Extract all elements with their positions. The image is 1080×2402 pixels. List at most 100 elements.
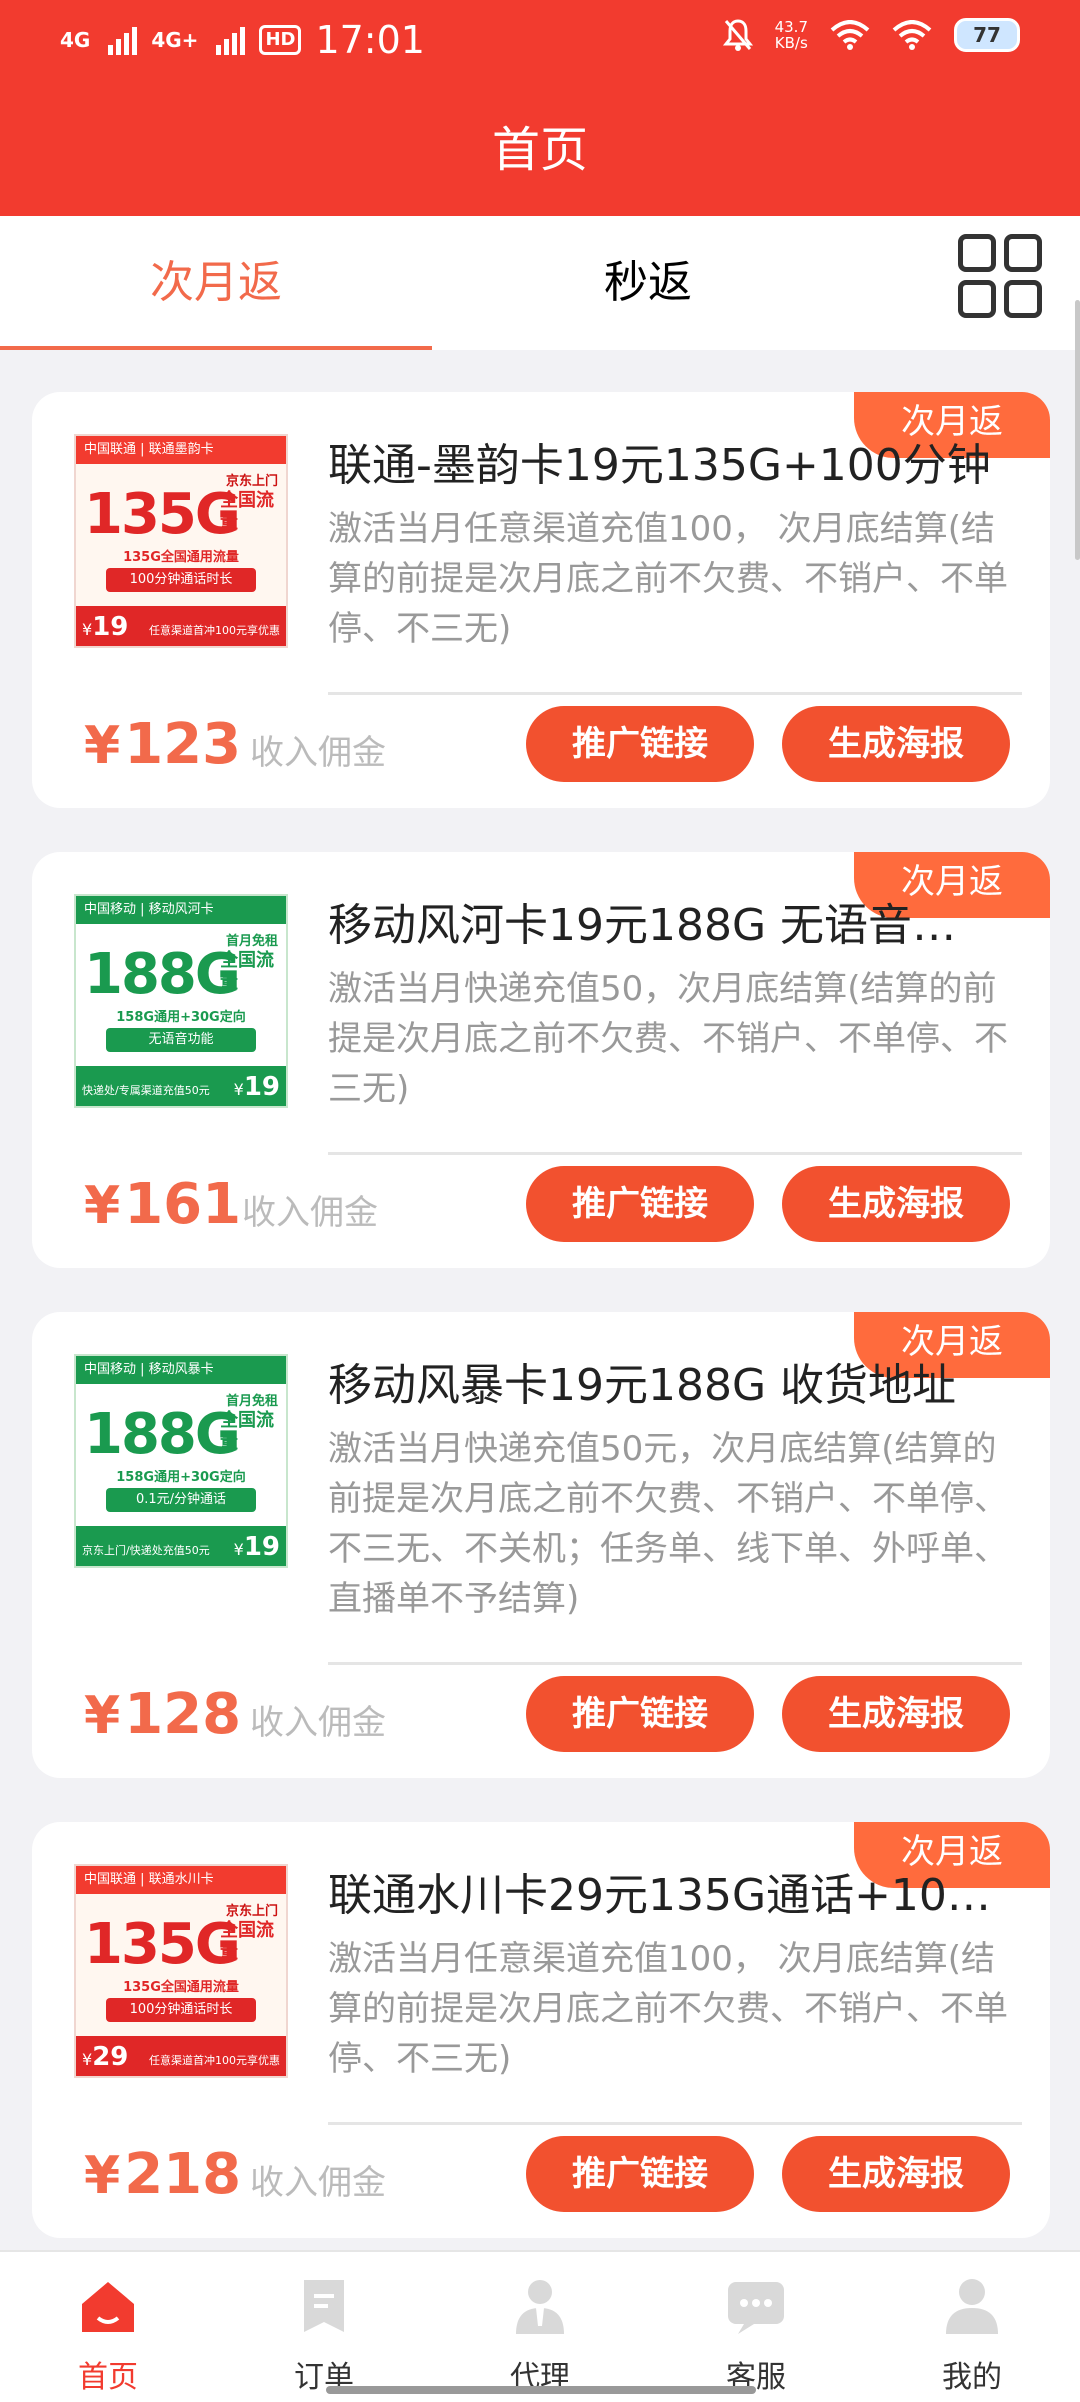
thumb-note: 任意渠道首冲100元享优惠 (149, 624, 280, 637)
thumb-brand: 中国移动 | 移动风暴卡 (76, 1356, 286, 1384)
price-value: 218 (124, 2142, 242, 2207)
product-title: 移动风河卡19元188G 无语音功能 (328, 900, 998, 951)
thumb-side-label: 全国流量 (220, 490, 274, 533)
divider (328, 1662, 1022, 1665)
generate-poster-button[interactable]: 生成海报 (782, 1676, 1010, 1752)
thumb-note: 京东上门/快递处充值50元 (82, 1544, 210, 1557)
thumb-note: 快递处/专属渠道充值50元 (82, 1084, 210, 1097)
grid-icon[interactable] (958, 234, 1042, 318)
home-indicator[interactable] (326, 2386, 756, 2394)
commission-price: ¥218 (84, 2140, 241, 2211)
status-bar: 4G 4G+ HD 17:01 43.7 KB/s 77 (0, 0, 1080, 84)
order-icon (304, 2280, 344, 2332)
product-card[interactable]: 次月返 中国移动 | 移动风河卡 首月免租 188G 全国流量 158G通用+3… (32, 852, 1050, 1268)
agent-icon (516, 2280, 564, 2334)
thumb-pill: 0.1元/分钟通话 (106, 1488, 256, 1512)
thumb-data-amount: 188G (84, 1402, 241, 1467)
income-label: 收入佣金 (242, 1193, 378, 1233)
price-value: 128 (124, 1682, 242, 1747)
thumb-line: 158G通用+30G定向 (116, 1010, 246, 1025)
generate-poster-button[interactable]: 生成海报 (782, 1166, 1010, 1242)
thumb-footer: 快递处/专属渠道充值50元 ¥19 (76, 1066, 286, 1106)
thumb-price: ¥29 (82, 2042, 129, 2072)
divider (328, 2122, 1022, 2125)
currency-symbol: ¥ (84, 1176, 121, 1236)
product-card[interactable]: 次月返 中国联通 | 联通墨韵卡 京东上门 135G 全国流量 135G全国通用… (32, 392, 1050, 808)
thumb-footer: 京东上门/快递处充值50元 ¥19 (76, 1526, 286, 1566)
thumb-price: ¥19 (233, 1072, 280, 1102)
thumb-footer: ¥19 任意渠道首冲100元享优惠 (76, 606, 286, 646)
thumb-line: 135G全国通用流量 (123, 550, 239, 565)
product-card[interactable]: 次月返 中国移动 | 移动风暴卡 首月免租 188G 全国流量 158G通用+3… (32, 1312, 1050, 1778)
nav-orders[interactable]: 订单 (254, 2252, 394, 2402)
speed-unit: KB/s (774, 34, 808, 52)
scrollbar[interactable] (1075, 300, 1080, 560)
thumb-pill: 100分钟通话时长 (106, 568, 256, 592)
thumb-price: ¥19 (233, 1532, 280, 1562)
promo-link-button[interactable]: 推广链接 (526, 1166, 754, 1242)
currency-symbol: ¥ (84, 716, 121, 776)
product-image[interactable]: 中国联通 | 联通水川卡 京东上门 135G 全国流量 135G全国通用流量 1… (74, 1864, 288, 2078)
product-description: 激活当月快递充值50元，次月底结算(结算的前提是次月底之前不欠费、不销户、不单停… (328, 1429, 1008, 1619)
signal-icon (108, 25, 138, 55)
product-image[interactable]: 中国移动 | 移动风河卡 首月免租 188G 全国流量 158G通用+30G定向… (74, 894, 288, 1108)
generate-poster-button[interactable]: 生成海报 (782, 706, 1010, 782)
promo-link-button[interactable]: 推广链接 (526, 706, 754, 782)
product-description: 激活当月任意渠道充值100， 次月底结算(结算的前提是次月底之前不欠费、不销户、… (328, 509, 1008, 649)
divider (328, 1152, 1022, 1155)
thumb-price-value: 29 (92, 2042, 129, 2072)
product-image[interactable]: 中国联通 | 联通墨韵卡 京东上门 135G 全国流量 135G全国通用流量 1… (74, 434, 288, 648)
thumb-pill: 100分钟通话时长 (106, 1998, 256, 2022)
nav-label: 首页 (78, 2360, 138, 2395)
product-image[interactable]: 中国移动 | 移动风暴卡 首月免租 188G 全国流量 158G通用+30G定向… (74, 1354, 288, 1568)
product-title: 联通水川卡29元135G通话+100分钟 (328, 1870, 998, 1921)
thumb-note: 任意渠道首冲100元享优惠 (149, 2054, 280, 2067)
promo-link-button[interactable]: 推广链接 (526, 1676, 754, 1752)
nav-label: 我的 (942, 2360, 1002, 2395)
currency-symbol: ¥ (84, 1686, 121, 1746)
commission-price: ¥161 (84, 1170, 241, 1241)
nav-profile[interactable]: 我的 (902, 2252, 1042, 2402)
mute-bell-icon (722, 19, 753, 51)
thumb-price-value: 19 (243, 1532, 280, 1562)
bottom-nav: 首页 订单 代理 客服 我的 (0, 2250, 1080, 2402)
thumb-price-value: 19 (243, 1072, 280, 1102)
network-4g-plus-label: 4G+ (151, 28, 199, 52)
thumb-side-label: 全国流量 (220, 1410, 274, 1453)
thumb-pill: 无语音功能 (106, 1028, 256, 1052)
tab-bar: 次月返 秒返 (0, 216, 1080, 350)
profile-icon (946, 2279, 998, 2334)
nav-agent[interactable]: 代理 (470, 2252, 610, 2402)
thumb-side-label: 全国流量 (220, 950, 274, 993)
speed-value: 43.7 (774, 18, 808, 36)
product-title: 移动风暴卡19元188G 收货地址 (328, 1360, 957, 1411)
thumb-price: ¥19 (82, 612, 129, 642)
divider (328, 692, 1022, 695)
clock: 17:01 (315, 18, 425, 62)
promo-link-button[interactable]: 推广链接 (526, 2136, 754, 2212)
thumb-data-amount: 188G (84, 942, 241, 1007)
network-speed: 43.7 KB/s (775, 19, 808, 51)
thumb-data-amount: 135G (84, 482, 241, 547)
hd-badge: HD (259, 25, 302, 55)
income-label: 收入佣金 (250, 1703, 386, 1743)
product-description: 激活当月任意渠道充值100， 次月底结算(结算的前提是次月底之前不欠费、不销户、… (328, 1939, 1008, 2079)
generate-poster-button[interactable]: 生成海报 (782, 2136, 1010, 2212)
network-4g-label: 4G (60, 28, 91, 52)
thumb-line: 135G全国通用流量 (123, 1980, 239, 1995)
thumb-price-value: 19 (92, 612, 129, 642)
thumb-footer: ¥29 任意渠道首冲100元享优惠 (76, 2036, 286, 2076)
product-card[interactable]: 次月返 中国联通 | 联通水川卡 京东上门 135G 全国流量 135G全国通用… (32, 1822, 1050, 2238)
wifi-icon (892, 20, 932, 50)
income-label: 收入佣金 (250, 2163, 386, 2203)
battery-indicator: 77 (954, 18, 1020, 52)
thumb-brand: 中国联通 | 联通水川卡 (76, 1866, 286, 1894)
nav-support[interactable]: 客服 (686, 2252, 826, 2402)
home-icon (82, 2282, 134, 2332)
tab-next-month-return[interactable]: 次月返 (0, 216, 432, 350)
commission-price: ¥123 (84, 710, 241, 781)
tab-instant-return[interactable]: 秒返 (432, 216, 864, 350)
income-label: 收入佣金 (250, 733, 386, 773)
nav-home[interactable]: 首页 (38, 2252, 178, 2402)
thumb-data-amount: 135G (84, 1912, 241, 1977)
